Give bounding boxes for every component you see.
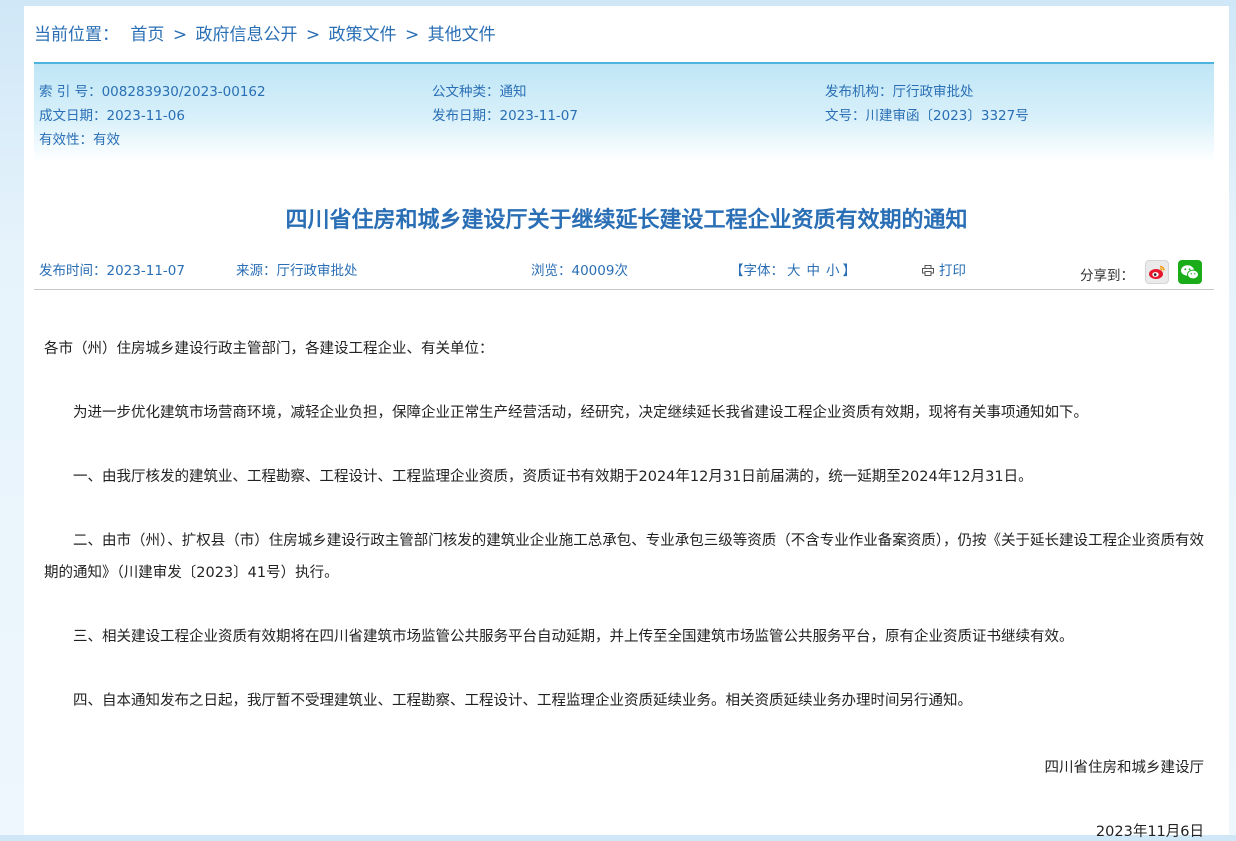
print-label: 打印	[939, 263, 966, 279]
print-button[interactable]: 打印	[922, 259, 966, 279]
meta-written-date: 成文日期：2023-11-06	[39, 108, 185, 124]
article-title: 四川省住房和城乡建设厅关于继续延长建设工程企业资质有效期的通知	[285, 208, 968, 233]
share-wechat-button[interactable]	[1178, 260, 1202, 284]
font-size-label-close: 】	[842, 263, 857, 279]
header-divider	[34, 289, 1214, 290]
breadcrumb-home[interactable]: 首页	[130, 25, 164, 45]
breadcrumb-gov-info[interactable]: 政府信息公开	[195, 25, 297, 45]
paragraph-item-1: 一、由我厅核发的建筑业、工程勘察、工程设计、工程监理企业资质，资质证书有效期于2…	[73, 469, 1033, 485]
weibo-icon	[1149, 265, 1165, 279]
meta-doc-no: 文号：川建审函〔2023〕3327号	[825, 108, 1029, 124]
meta-index-no: 索 引 号：008283930/2023-00162	[39, 84, 266, 100]
font-size-control: 【字体：大中小】	[730, 259, 856, 279]
wechat-icon	[1181, 264, 1199, 279]
paragraph-item-2: 二、由市（州）、扩权县（市）住房城乡建设行政主管部门核发的建筑业企业施工总承包、…	[44, 533, 1204, 581]
font-medium-button[interactable]: 中	[807, 263, 821, 279]
meta-doc-type: 公文种类：通知	[432, 84, 527, 100]
paragraph-item-4: 四、自本通知发布之日起，我厅暂不受理建筑业、工程勘察、工程设计、工程监理企业资质…	[73, 693, 972, 709]
share-weibo-button[interactable]	[1145, 260, 1169, 284]
breadcrumb-separator: >	[172, 25, 188, 45]
meta-publisher: 发布机构：厅行政审批处	[825, 84, 974, 100]
breadcrumb-label: 当前位置：	[34, 25, 119, 45]
font-large-button[interactable]: 大	[787, 263, 801, 279]
printer-icon	[922, 265, 934, 276]
signature-date: 2023年11月6日	[1095, 824, 1204, 840]
page-container: 当前位置： 首页 > 政府信息公开 > 政策文件 > 其他文件 索 引 号：00…	[24, 6, 1229, 840]
meta-validity: 有效性：有效	[39, 132, 120, 148]
breadcrumb: 当前位置： 首页 > 政府信息公开 > 政策文件 > 其他文件	[34, 20, 496, 45]
paragraph-intro: 为进一步优化建筑市场营商环境，减轻企业负担，保障企业正常生产经营活动，经研究，决…	[73, 405, 1088, 421]
breadcrumb-separator: >	[404, 25, 420, 45]
signature-issuer: 四川省住房和城乡建设厅	[1044, 760, 1205, 776]
meta-publish-date: 发布日期：2023-11-07	[432, 108, 578, 124]
view-count: 浏览：40009次	[531, 263, 628, 279]
font-size-label: 【字体：	[730, 263, 784, 279]
salutation: 各市（州）住房城乡建设行政主管部门，各建设工程企业、有关单位：	[44, 341, 494, 357]
publish-time: 发布时间：2023-11-07	[39, 263, 185, 279]
document-meta-panel: 索 引 号：008283930/2023-00162 公文种类：通知 发布机构：…	[34, 62, 1214, 162]
breadcrumb-separator: >	[305, 25, 321, 45]
font-small-button[interactable]: 小	[826, 263, 840, 279]
article-source: 来源：厅行政审批处	[236, 263, 358, 279]
breadcrumb-other-docs[interactable]: 其他文件	[428, 25, 496, 45]
breadcrumb-policy-docs[interactable]: 政策文件	[329, 25, 397, 45]
share-label: 分享到：	[1080, 268, 1134, 284]
paragraph-item-3: 三、相关建设工程企业资质有效期将在四川省建筑市场监管公共服务平台自动延期，并上传…	[73, 629, 1074, 645]
